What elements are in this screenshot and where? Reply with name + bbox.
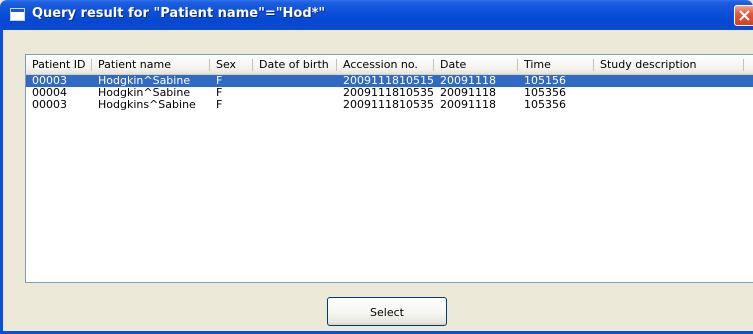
table-cell: 105356 bbox=[524, 99, 566, 111]
close-button[interactable] bbox=[734, 5, 753, 26]
table-cell: 20091118105156 bbox=[343, 75, 434, 87]
query-result-dialog: Query result for "Patient name"="Hod*" P… bbox=[0, 0, 753, 334]
window-icon bbox=[10, 8, 25, 21]
column-header[interactable]: Accession no. bbox=[337, 55, 434, 74]
table-cell bbox=[253, 75, 337, 87]
table-cell: 00004 bbox=[32, 87, 67, 99]
table-cell: F bbox=[216, 87, 223, 99]
table-cell: 20091118105356 bbox=[343, 87, 434, 99]
window-frame-left bbox=[0, 30, 3, 334]
table-cell bbox=[594, 87, 744, 99]
table-cell: 20091118 bbox=[440, 99, 496, 111]
column-header[interactable]: Sex bbox=[210, 55, 253, 74]
table-cell: 20091118 bbox=[440, 75, 496, 87]
table-cell bbox=[594, 75, 744, 87]
table-cell: 00003 bbox=[32, 75, 67, 87]
table-cell: 20091118105356 bbox=[343, 99, 434, 111]
query-result-list[interactable]: Patient ID Patient name Sex Date of birth Ac… bbox=[25, 54, 753, 283]
column-header[interactable]: Study description bbox=[594, 55, 744, 74]
select-button[interactable]: Select bbox=[327, 297, 447, 326]
table-row[interactable]: 00003 Hodgkin^Sabine F 20091118105156 200911… bbox=[26, 75, 753, 87]
table-cell: Hodgkin^Sabine bbox=[98, 75, 191, 87]
table-cell: 20091118 bbox=[440, 87, 496, 99]
column-header[interactable]: Patient name bbox=[92, 55, 210, 74]
close-icon bbox=[739, 10, 750, 21]
table-cell: 105356 bbox=[524, 87, 566, 99]
table-row[interactable]: 00003 Hodgkins^Sabine F 20091118105356 20091… bbox=[26, 99, 753, 111]
table-cell bbox=[253, 87, 337, 99]
window-title: Query result for "Patient name"="Hod*" bbox=[32, 6, 326, 21]
table-cell bbox=[253, 99, 337, 111]
column-header[interactable]: Time bbox=[518, 55, 594, 74]
table-cell: F bbox=[216, 75, 223, 87]
table-cell: F bbox=[216, 99, 223, 111]
title-bar[interactable]: Query result for "Patient name"="Hod*" bbox=[0, 0, 753, 30]
table-row[interactable]: 00004 Hodgkin^Sabine F 20091118105356 200911… bbox=[26, 87, 753, 99]
table-cell bbox=[594, 99, 744, 111]
column-header[interactable]: Date of birth bbox=[253, 55, 337, 74]
table-cell: Hodgkin^Sabine bbox=[98, 87, 191, 99]
table-cell: Hodgkins^Sabine bbox=[98, 99, 196, 111]
column-header[interactable]: Date bbox=[434, 55, 518, 74]
list-header: Patient ID Patient name Sex Date of birth Ac… bbox=[26, 55, 753, 75]
column-header[interactable]: Patient ID bbox=[26, 55, 92, 74]
table-cell: 00003 bbox=[32, 99, 67, 111]
table-cell: 105156 bbox=[524, 75, 566, 87]
